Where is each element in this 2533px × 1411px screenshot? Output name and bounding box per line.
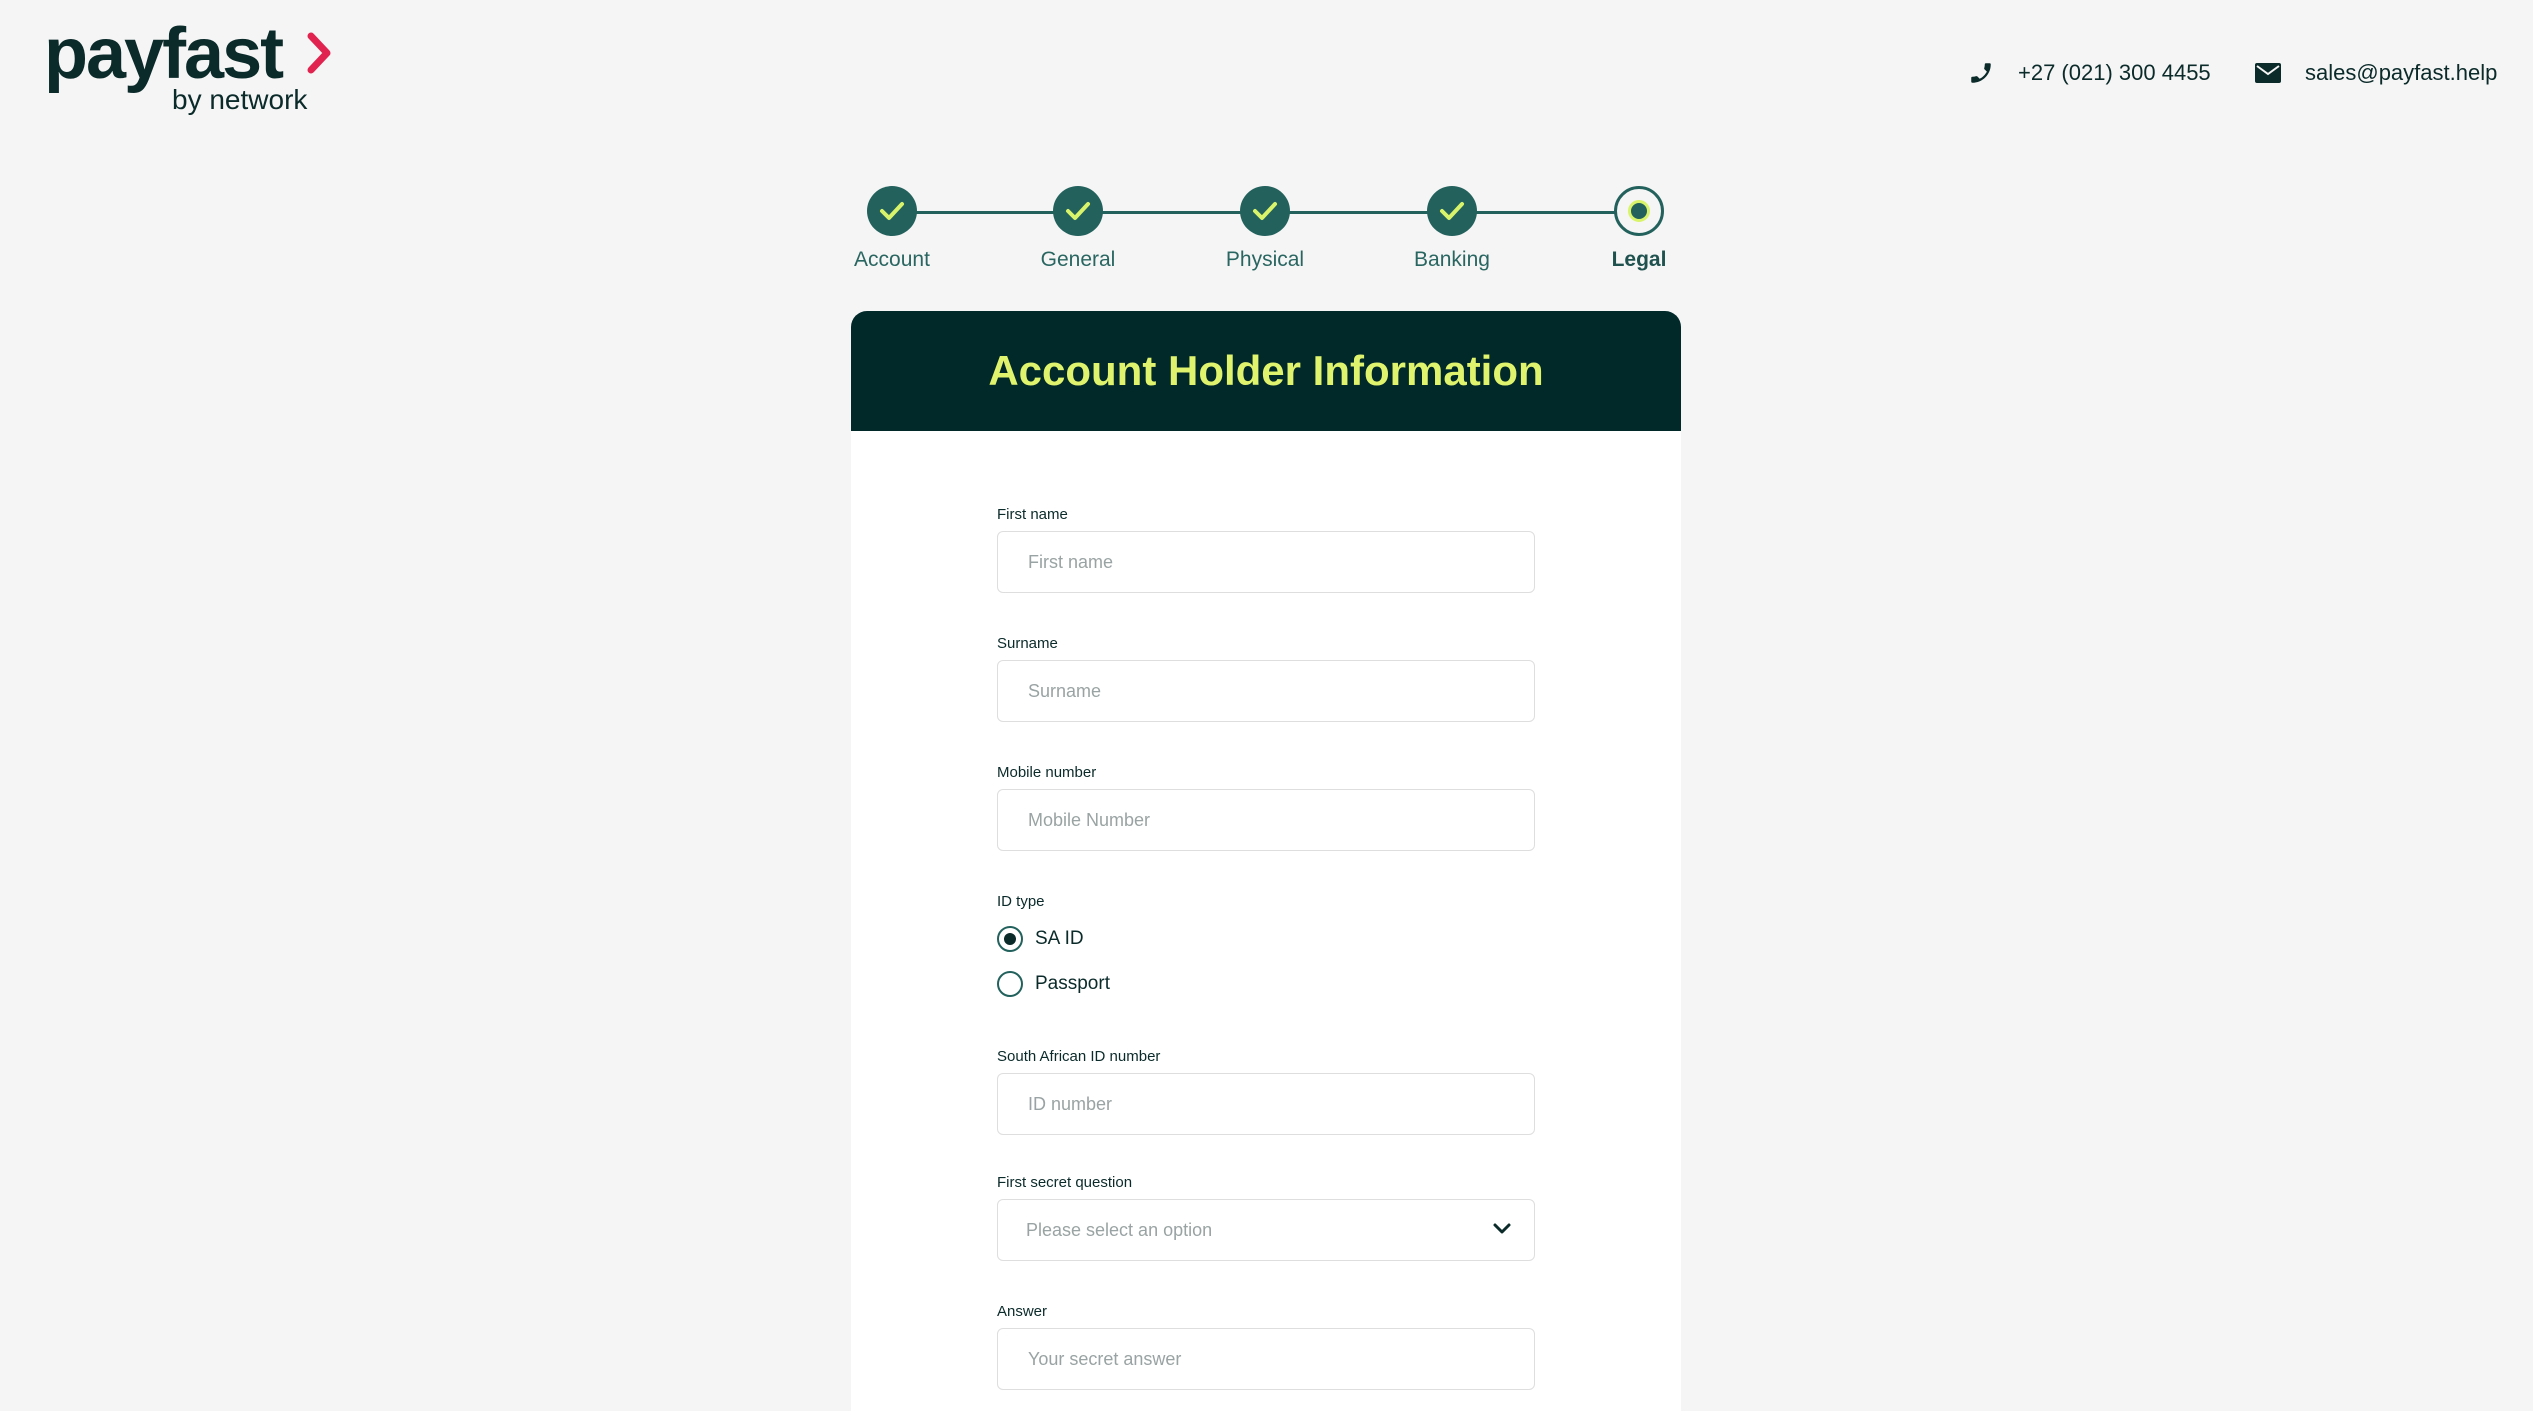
first-name-label: First name (997, 506, 1068, 523)
mobile-label: Mobile number (997, 764, 1097, 781)
logo-chevron-icon (307, 32, 331, 74)
radio-label: SA ID (1035, 928, 1084, 949)
step-label: Banking (1414, 248, 1490, 271)
select-value: Please select an option (1026, 1219, 1213, 1240)
answer-field: Answer (997, 1303, 1535, 1390)
id-type-radio-group: SA ID Passport (997, 925, 1535, 998)
id-type-label: ID type (997, 893, 1045, 910)
step-legal[interactable]: Legal (1579, 186, 1699, 272)
phone-icon (1971, 63, 1991, 83)
phone-contact[interactable]: +27 (021) 300 4455 (1968, 60, 2211, 86)
current-step-dot (1628, 200, 1650, 222)
secret-question-label: First secret question (997, 1174, 1133, 1191)
secret-question-select[interactable]: Please select an option (997, 1199, 1535, 1261)
first-name-field: First name (997, 506, 1535, 635)
progress-stepper: Account General Physical Banking Legal (850, 186, 1666, 276)
id-number-field: South African ID number (997, 1048, 1535, 1174)
step-complete-circle (867, 186, 917, 236)
account-holder-form: First name Surname Mobile number ID type… (997, 506, 1535, 1390)
radio-button[interactable] (997, 971, 1023, 997)
logo-tagline: by network (172, 84, 308, 115)
logo-wordmark: payfast (44, 14, 284, 94)
answer-input[interactable] (997, 1328, 1535, 1390)
chevron-down-icon (1493, 1223, 1511, 1234)
surname-field: Surname (997, 635, 1535, 764)
email-contact[interactable]: sales@payfast.help (2255, 60, 2497, 86)
radio-button-selected[interactable] (997, 926, 1023, 952)
email-address: sales@payfast.help (2305, 60, 2498, 85)
step-physical[interactable]: Physical (1205, 186, 1325, 272)
check-icon (1440, 202, 1464, 220)
step-account[interactable]: Account (832, 186, 952, 272)
card-header: Account Holder Information (851, 311, 1681, 431)
step-label: Legal (1611, 248, 1667, 271)
phone-number: +27 (021) 300 4455 (2018, 60, 2211, 85)
id-number-input[interactable] (997, 1073, 1535, 1135)
radio-option-passport[interactable]: Passport (997, 970, 1535, 998)
step-complete-circle (1427, 186, 1477, 236)
mobile-field: Mobile number (997, 764, 1535, 893)
step-general[interactable]: General (1018, 186, 1138, 272)
step-current-circle (1614, 186, 1664, 236)
step-complete-circle (1240, 186, 1290, 236)
first-name-input[interactable] (997, 531, 1535, 593)
step-label: General (1040, 248, 1116, 271)
radio-label: Passport (1035, 973, 1110, 994)
step-complete-circle (1053, 186, 1103, 236)
check-icon (1253, 202, 1277, 220)
answer-label: Answer (997, 1303, 1048, 1320)
step-banking[interactable]: Banking (1392, 186, 1512, 272)
surname-label: Surname (997, 635, 1058, 652)
payfast-logo[interactable]: payfast by network (44, 18, 344, 123)
id-number-label: South African ID number (997, 1048, 1161, 1065)
step-label: Account (854, 248, 930, 271)
card-title: Account Holder Information (988, 347, 1544, 394)
surname-input[interactable] (997, 660, 1535, 722)
mobile-input[interactable] (997, 789, 1535, 851)
secret-question-field: First secret question Please select an o… (997, 1174, 1535, 1303)
id-type-field: ID type SA ID Passport (997, 893, 1535, 1048)
step-label: Physical (1225, 248, 1305, 271)
check-icon (880, 202, 904, 220)
account-holder-card: Account Holder Information First name Su… (851, 311, 1681, 1411)
envelope-icon (2255, 63, 2281, 83)
check-icon (1066, 202, 1090, 220)
radio-option-sa-id[interactable]: SA ID (997, 925, 1535, 953)
